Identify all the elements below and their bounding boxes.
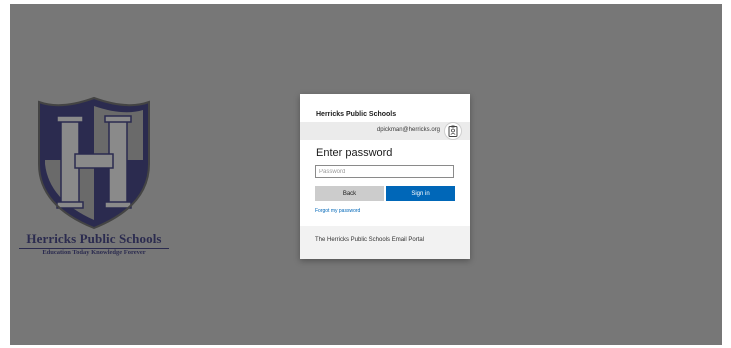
id-badge-icon (444, 122, 462, 140)
dialog-title: Enter password (316, 147, 393, 159)
password-input[interactable] (315, 165, 454, 178)
logo-tagline: Education Today Knowledge Forever (42, 249, 146, 256)
password-dialog: Herricks Public Schools dpickman@herrick… (300, 94, 470, 259)
sign-in-backdrop: Herricks Public Schools Education Today … (10, 4, 722, 345)
footer-text: The Herricks Public Schools Email Portal (315, 237, 425, 243)
identity-banner[interactable]: dpickman@herricks.org (300, 122, 470, 140)
back-button[interactable]: Back (315, 186, 384, 201)
sign-in-button[interactable]: Sign in (386, 186, 455, 201)
dialog-footer: The Herricks Public Schools Email Portal (300, 226, 470, 259)
school-logo: Herricks Public Schools Education Today … (19, 94, 169, 264)
shield-h-crest-icon (38, 96, 150, 230)
account-email: dpickman@herricks.org (376, 127, 440, 133)
organization-name: Herricks Public Schools (316, 111, 397, 118)
forgot-password-link[interactable]: Forgot my password (315, 208, 360, 214)
logo-school-name: Herricks Public Schools (19, 231, 169, 249)
